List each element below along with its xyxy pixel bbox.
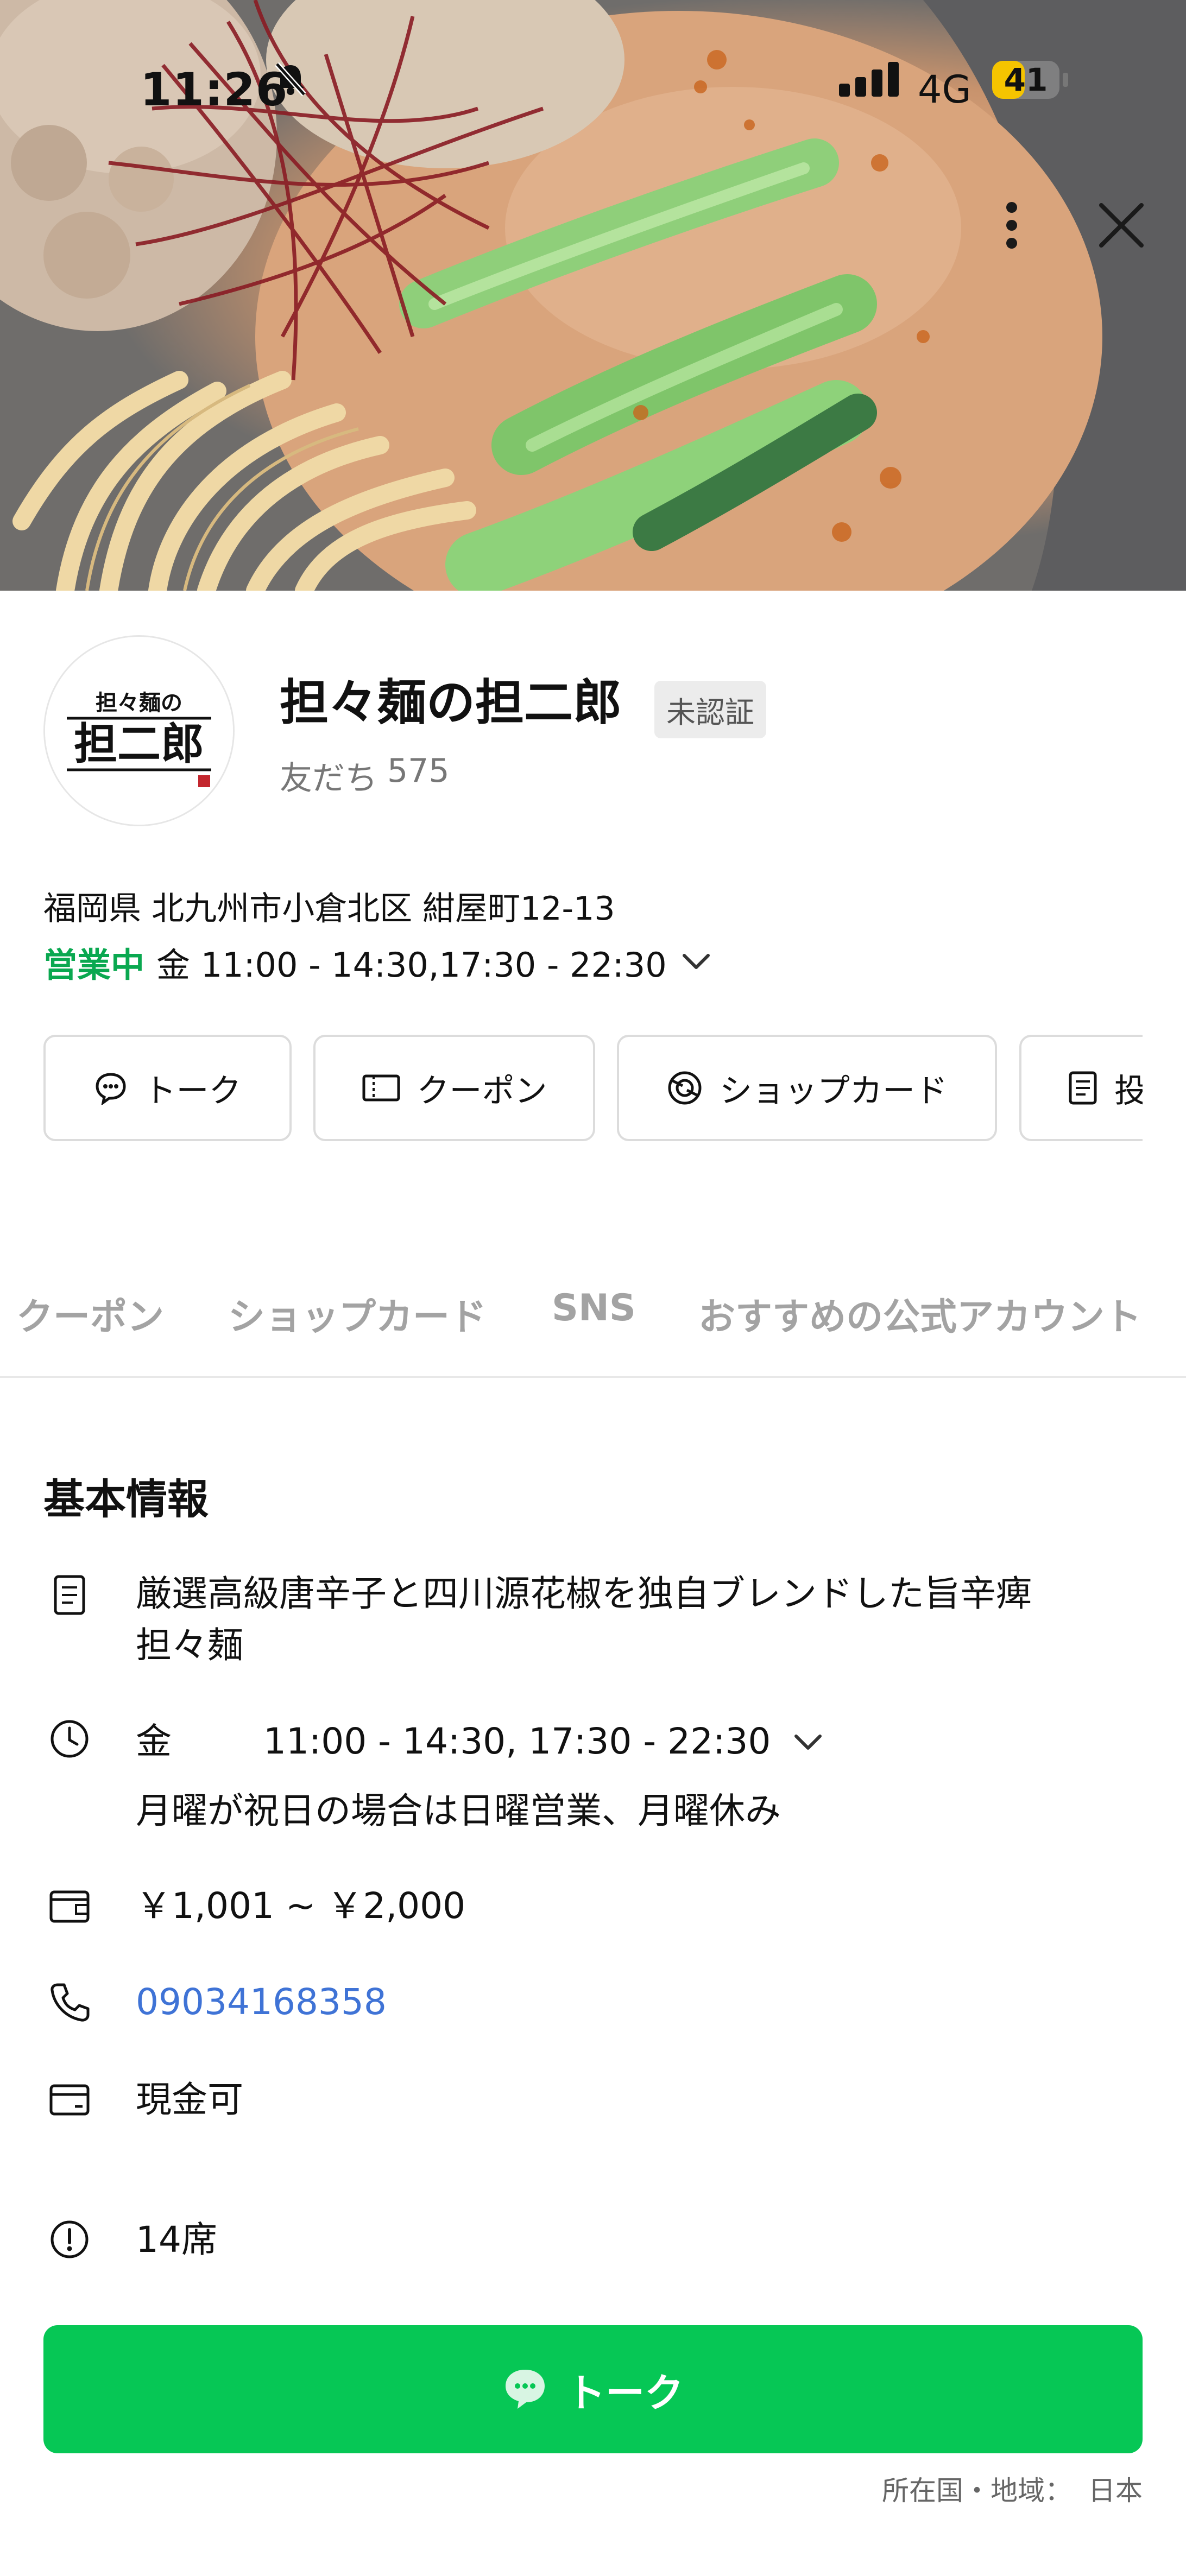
seat-count: 14席 — [136, 2219, 217, 2261]
shop-address[interactable]: 福岡県 北九州市小倉北区 紺屋町12-13 — [43, 882, 615, 929]
description-line-1: 厳選高級唐辛子と四川源花椒を独自ブレンドした旨辛痺 — [136, 1573, 1032, 1615]
tab-recommended-accounts[interactable]: おすすめの公式アカウント — [698, 1287, 1141, 1340]
phone-icon — [48, 1980, 91, 2024]
region-value: 日本 — [1088, 2475, 1143, 2507]
document-icon — [48, 1573, 91, 1617]
close-icon[interactable] — [1092, 195, 1151, 255]
talk-main-label: トーク — [566, 2370, 684, 2416]
talk-action-label: トーク — [143, 1072, 242, 1110]
payment-method: 現金可 — [136, 2079, 243, 2121]
status-time: 11:26 — [140, 63, 288, 116]
signal-bars-icon — [839, 60, 904, 98]
hours-note: 月曜が祝日の場合は日曜営業、月曜休み — [136, 1790, 781, 1832]
talk-main-button[interactable]: トーク — [43, 2325, 1143, 2453]
bell-muted-icon — [272, 60, 310, 98]
shop-card-action-label: ショップカード — [720, 1072, 948, 1110]
hours-time: 11:00 - 14:30, 17:30 - 22:30 — [263, 1720, 771, 1762]
hours-chevron-down-icon[interactable] — [793, 1732, 823, 1756]
friends-label: 友だち — [280, 759, 377, 798]
hours-day: 金 — [136, 1720, 172, 1762]
chat-bubble-icon — [94, 1071, 128, 1105]
tab-sns[interactable]: SNS — [552, 1287, 636, 1330]
battery-level: 41 — [1004, 61, 1048, 98]
more-vertical-icon[interactable] — [982, 195, 1042, 255]
coupon-action-button[interactable]: クーポン — [313, 1035, 595, 1141]
shop-card-icon — [666, 1069, 703, 1106]
hero-image: 11:26 4G 41 — [0, 0, 1186, 591]
friends-number: 575 — [387, 752, 450, 790]
price-range: ￥1,001 ~ ￥2,000 — [136, 1885, 466, 1927]
description-line-2: 担々麺 — [136, 1624, 243, 1666]
verification-badge: 未認証 — [654, 681, 766, 738]
shop-name: 担々麺の担二郎 — [280, 674, 622, 731]
hours-summary-text: 金 11:00 - 14:30,17:30 - 22:30 — [156, 945, 667, 985]
coupon-action-label: クーポン — [417, 1072, 547, 1110]
chevron-down-icon[interactable] — [681, 951, 711, 973]
svg-text:担々麺の: 担々麺の — [96, 690, 182, 716]
tab-coupon[interactable]: クーポン — [16, 1287, 164, 1340]
battery-icon: 41 — [991, 60, 1073, 100]
post-action-label: 投 — [1114, 1072, 1147, 1110]
post-icon — [1068, 1071, 1098, 1105]
tab-shop-card[interactable]: ショップカード — [228, 1287, 487, 1340]
clock-icon — [48, 1717, 91, 1761]
network-type: 4G — [918, 67, 971, 112]
region-label: 所在国・地域： — [882, 2475, 1072, 2507]
section-tabs: クーポン ショップカード SNS おすすめの公式アカウント — [0, 1287, 1186, 1352]
shop-card-action-button[interactable]: ショップカード — [617, 1035, 997, 1141]
chat-bubble-icon — [502, 2366, 548, 2412]
wallet-icon — [48, 1884, 91, 1928]
coupon-icon — [362, 1073, 401, 1103]
card-icon — [48, 2078, 91, 2122]
shop-logo[interactable]: 担々麺の 担二郎 — [43, 635, 235, 826]
region-info: 所在国・地域： 日本 — [882, 2469, 1143, 2508]
info-circle-icon — [48, 2218, 91, 2261]
open-status: 営業中 — [43, 945, 145, 985]
tab-divider — [0, 1376, 1186, 1378]
hours-summary[interactable]: 営業中 金 11:00 - 14:30,17:30 - 22:30 — [43, 938, 711, 986]
scroll-fade — [1143, 1021, 1186, 1162]
friends-count: 友だち 575 — [280, 752, 450, 799]
svg-text:担二郎: 担二郎 — [74, 718, 204, 769]
basic-info-title: 基本情報 — [43, 1475, 209, 1523]
talk-action-button[interactable]: トーク — [43, 1035, 292, 1141]
phone-number-link[interactable]: 09034168358 — [136, 1976, 387, 2028]
